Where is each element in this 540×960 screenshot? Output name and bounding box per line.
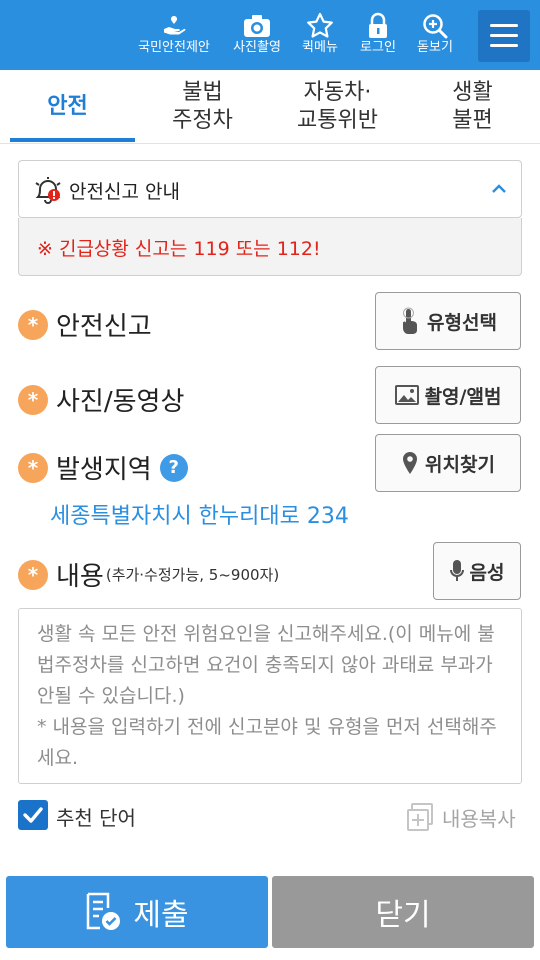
tab-illegal-parking[interactable]: 불법 주정차 [135,70,270,144]
help-icon[interactable]: ? [159,453,188,482]
emergency-message: ※ 긴급상황 신고는 119 또는 112! [37,238,321,260]
magnifier-button[interactable]: 돋보기 [395,10,475,66]
close-button[interactable]: 닫기 [272,876,534,948]
category-tabs: 안전 불법 주정차 자동차· 교통위반 생활 불편 [0,70,540,144]
hamburger-menu-icon-bar [490,34,518,37]
hamburger-menu-icon-bar [490,44,518,47]
location-label-text: 발생지역 [56,455,152,485]
alarm-bell-icon [33,175,63,209]
close-label: 닫기 [375,898,431,933]
copy-content-label: 내용복사 [442,806,516,831]
required-mark: * [18,559,48,590]
content-textarea[interactable]: 생활 속 모든 안전 위험요인을 신고해주세요.(이 메뉴에 불법주정차를 신고… [18,608,522,784]
required-mark: * [18,309,48,340]
address-text[interactable]: 세종특별자치시 한누리대로 234 [50,498,349,530]
tab-traffic-violation[interactable]: 자동차· 교통위반 [270,70,405,144]
report-label-text: 안전신고 [56,312,152,342]
report-type-label: * 안전신고 [18,306,152,343]
tab-daily-inconvenience[interactable]: 생활 불편 [405,70,540,144]
recommend-words-label[interactable]: 추천 단어 [56,802,136,831]
tab-safety[interactable]: 안전 [0,70,135,144]
hamburger-menu-button[interactable] [478,10,530,62]
notice-title: 안전신고 안내 [69,181,180,203]
top-header: 국민안전제안 사진촬영 퀵메뉴 로그인 돋보기 [0,0,540,70]
submit-button[interactable]: 제출 [6,876,268,948]
microphone-icon [449,560,464,581]
chevron-up-icon [489,179,509,203]
select-type-label: 유형선택 [427,311,497,334]
select-type-button[interactable]: 유형선택 [375,292,521,350]
safety-proposal-button[interactable]: 국민안전제안 [134,10,214,66]
tab-label: 안전 [47,94,88,119]
tab-label: 생활 불편 [452,80,493,133]
capture-album-label: 촬영/앨범 [424,385,502,408]
checkmark-icon [23,807,43,823]
tap-finger-icon [403,307,418,334]
submit-document-icon [87,892,121,930]
content-label-text: 내용 [56,562,104,592]
location-pin-icon [403,452,418,474]
capture-album-button[interactable]: 촬영/앨범 [375,366,521,424]
content-label: * 내용 (추가·수정가능, 5~900자) [18,556,279,593]
submit-label: 제출 [133,898,189,933]
media-label: * 사진/동영상 [18,381,184,418]
zoom-in-icon [395,10,475,40]
image-icon [394,385,419,405]
find-location-button[interactable]: 위치찾기 [375,434,521,492]
location-label: * 발생지역 ? [18,449,188,486]
tab-label: 자동차· 교통위반 [297,80,378,133]
tab-label: 불법 주정차 [172,80,233,133]
content-hint: (추가·수정가능, 5~900자) [105,566,280,584]
required-mark: * [18,452,48,483]
voice-input-button[interactable]: 음성 [433,542,521,600]
copy-plus-icon [407,803,433,831]
recommend-words-checkbox[interactable] [18,800,48,830]
hamburger-menu-icon [490,24,518,27]
emergency-notice: ※ 긴급상황 신고는 119 또는 112! [18,218,522,276]
find-location-label: 위치찾기 [425,453,495,476]
media-label-text: 사진/동영상 [56,387,185,417]
safety-notice-toggle[interactable]: 안전신고 안내 [18,160,522,218]
hand-heart-icon [134,10,214,40]
copy-content-button[interactable]: 내용복사 [406,802,516,832]
required-mark: * [18,384,48,415]
voice-input-label: 음성 [469,561,505,584]
